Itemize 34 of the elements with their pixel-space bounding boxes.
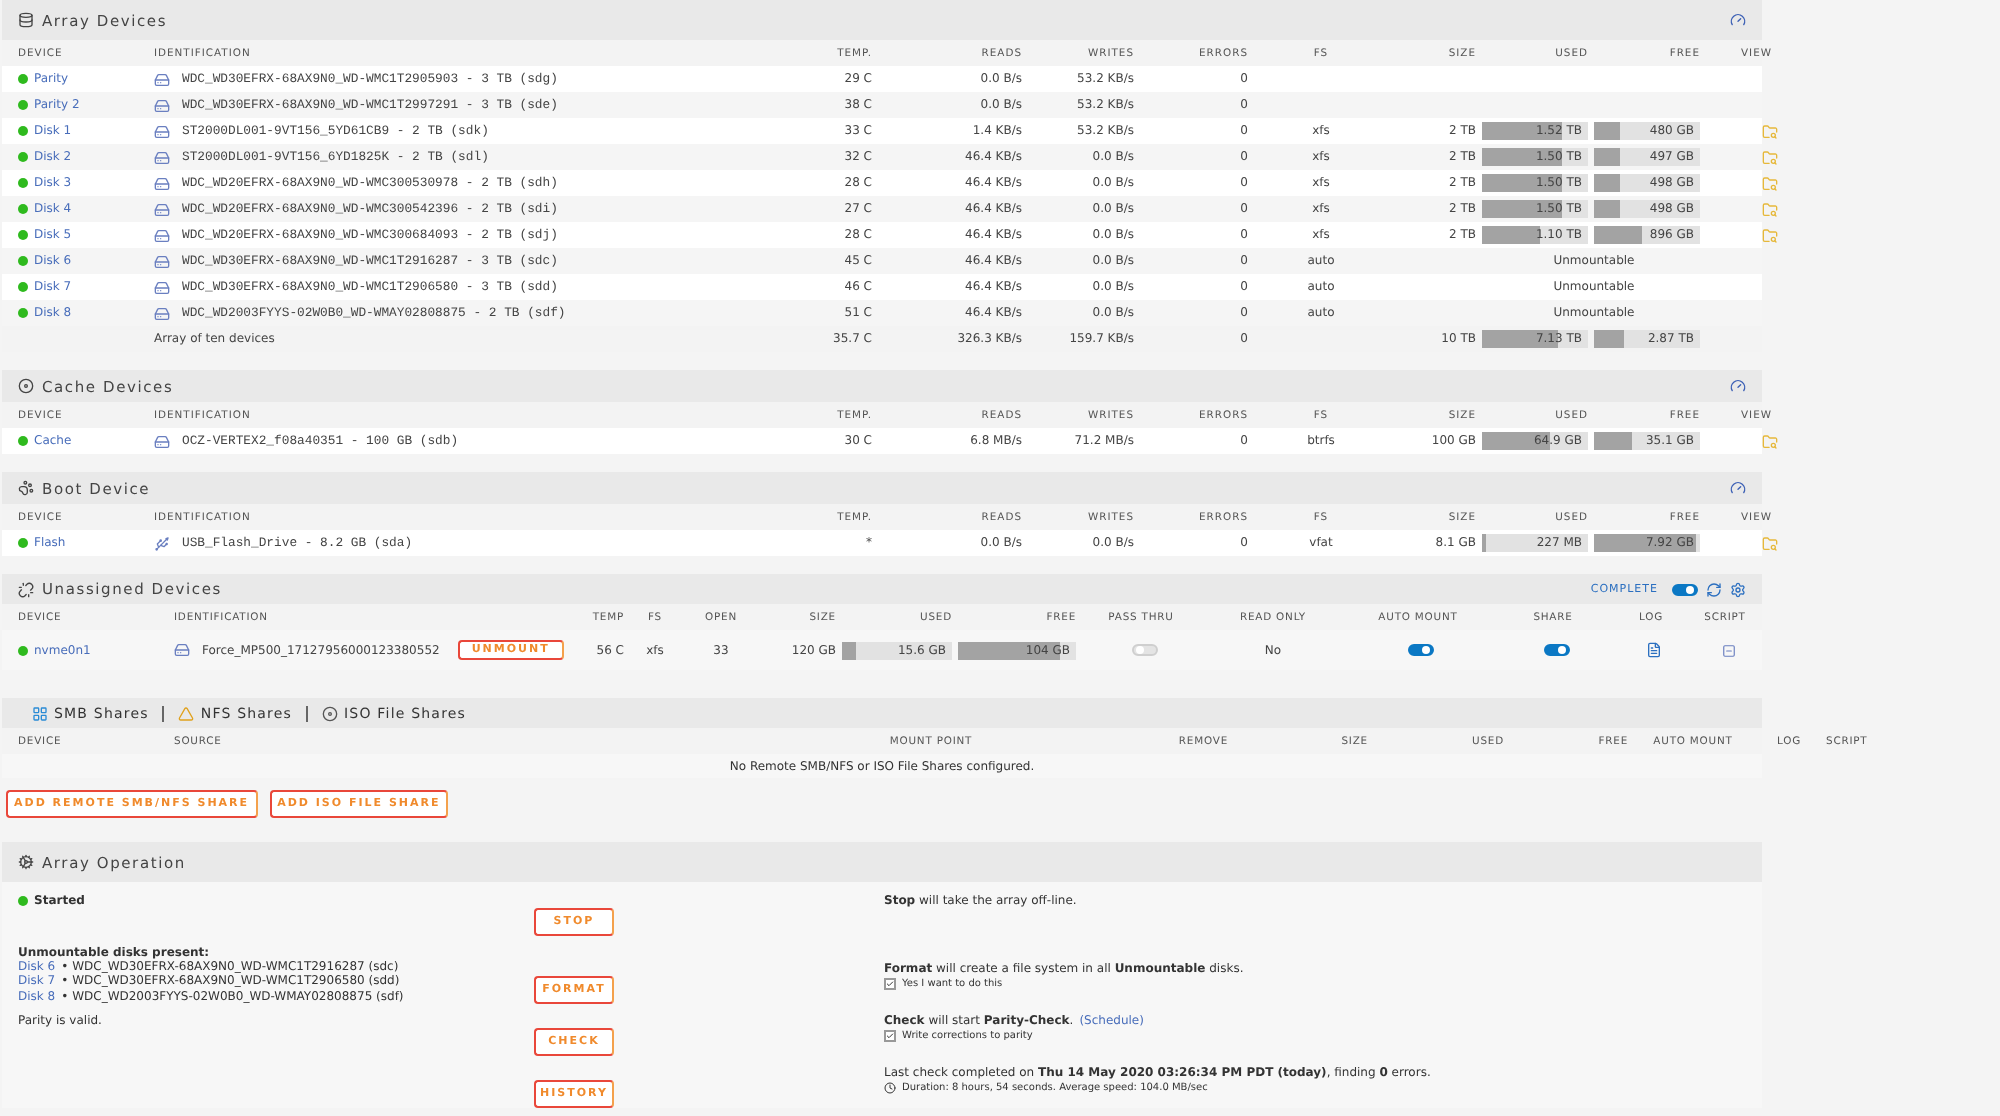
dashboard-icon[interactable] (1730, 480, 1746, 496)
script-icon[interactable] (1721, 643, 1735, 657)
checkbox[interactable] (884, 1030, 896, 1043)
hard-drive-icon (154, 433, 170, 449)
section-icon (18, 854, 34, 870)
hard-drive-icon (154, 279, 170, 295)
hard-drive-icon (154, 175, 170, 191)
hard-drive-icon (154, 123, 170, 139)
log-icon[interactable] (1646, 642, 1662, 658)
hard-drive-icon (154, 227, 170, 243)
settings-icon[interactable] (1730, 581, 1746, 597)
tab-icon (32, 705, 48, 721)
dashboard-icon[interactable] (1730, 12, 1746, 28)
hard-drive-icon (154, 149, 170, 165)
toggle-switch[interactable] (1543, 644, 1569, 656)
section-icon (18, 581, 34, 597)
hard-drive-icon (154, 71, 170, 87)
checkbox[interactable] (884, 978, 896, 991)
dashboard-icon[interactable] (1730, 378, 1746, 394)
section-icon (18, 12, 34, 28)
hard-drive-icon (154, 305, 170, 321)
hard-drive-icon (154, 253, 170, 269)
hard-drive-icon (174, 642, 190, 658)
hard-drive-icon (154, 97, 170, 113)
toggle-switch[interactable] (1408, 644, 1434, 656)
hard-drive-icon (154, 201, 170, 217)
section-icon (18, 480, 34, 496)
tab-icon (178, 705, 195, 721)
clock-icon (884, 1082, 896, 1095)
toggle-switch[interactable] (1672, 583, 1698, 595)
section-icon (18, 378, 34, 394)
tab-icon (322, 705, 339, 721)
refresh-icon[interactable] (1706, 581, 1722, 597)
usb-drive-icon (154, 535, 170, 551)
